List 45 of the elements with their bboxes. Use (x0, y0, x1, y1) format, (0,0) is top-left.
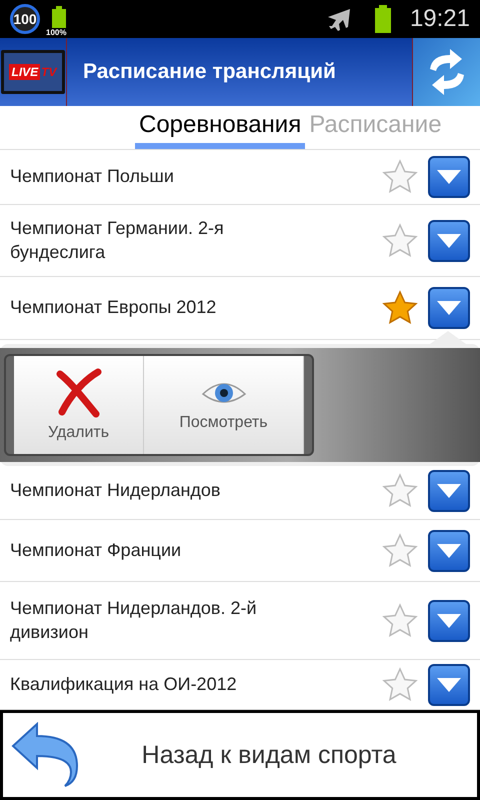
star-icon[interactable] (382, 666, 418, 702)
caret-icon (436, 300, 462, 316)
competition-name: Чемпионат Нидерландов. 2-й дивизион (10, 597, 258, 644)
competition-name: Квалификация на ОИ-2012 (10, 672, 238, 696)
back-button[interactable]: Назад к видам спорта (0, 710, 480, 800)
competition-name: Чемпионат Нидерландов (10, 478, 222, 502)
caret-icon (436, 676, 462, 692)
notification-badge: 100 (10, 4, 40, 34)
dropdown-button[interactable] (428, 664, 470, 706)
list-row[interactable]: Чемпионат Нидерландов. 2-й дивизион (0, 582, 480, 660)
list-row[interactable]: Чемпионат Польши (0, 150, 480, 205)
caret-icon (436, 169, 462, 185)
dropdown-button[interactable] (428, 470, 470, 512)
dropdown-button[interactable] (428, 530, 470, 572)
star-icon[interactable] (382, 472, 418, 508)
clock-time: 19:21 (410, 5, 470, 33)
refresh-button[interactable] (412, 38, 480, 106)
dropdown-button[interactable] (428, 287, 470, 329)
list-row[interactable]: Чемпионат Франции (0, 520, 480, 582)
caret-icon (436, 482, 462, 498)
star-icon[interactable] (382, 290, 418, 326)
logo: LIVE TV (1, 50, 65, 94)
back-arrow-icon (11, 722, 81, 788)
battery-icon (374, 5, 392, 33)
star-icon[interactable] (382, 222, 418, 258)
list-row[interactable]: Чемпионат Европы 2012 (0, 277, 480, 340)
star-icon[interactable] (382, 532, 418, 568)
competition-name: Чемпионат Европы 2012 (10, 296, 218, 320)
tab[interactable]: Соревнования (135, 111, 306, 149)
dropdown-button[interactable] (428, 156, 470, 198)
competition-name: Чемпионат Польши (10, 165, 175, 188)
action-button[interactable]: Удалить (14, 356, 144, 454)
competition-name: Чемпионат Германии. 2-я бундеслига (10, 217, 225, 264)
competition-name: Чемпионат Франции (10, 538, 182, 562)
list-row[interactable]: Чемпионат Германии. 2-я бундеслига (0, 205, 480, 277)
dropdown-button[interactable] (428, 600, 470, 642)
star-icon[interactable] (382, 159, 418, 195)
action-button[interactable]: Посмотреть (144, 356, 304, 454)
dropdown-button[interactable] (428, 220, 470, 262)
caret-icon (436, 612, 462, 628)
caret-icon (436, 232, 462, 248)
close-icon (54, 368, 104, 418)
star-icon[interactable] (382, 602, 418, 638)
screen-title: Расписание трансляций (82, 60, 337, 84)
caret-icon (436, 542, 462, 558)
